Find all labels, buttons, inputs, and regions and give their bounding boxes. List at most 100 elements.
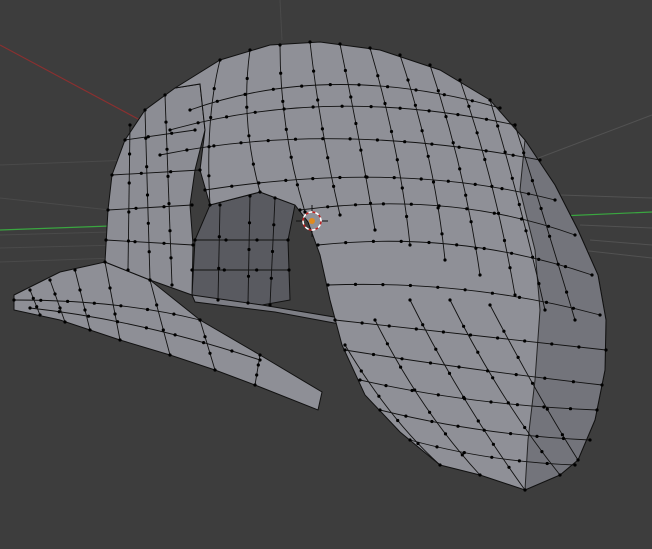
mesh-vertex (203, 335, 207, 339)
mesh-vertex (488, 98, 492, 102)
mesh-vertex (273, 196, 277, 200)
mesh-vertex (496, 124, 500, 128)
mesh-vertex (144, 326, 148, 330)
mesh-vertex (190, 268, 194, 272)
helmet-mesh[interactable] (12, 40, 608, 492)
mesh-vertex (527, 192, 531, 196)
mesh-vertex (217, 266, 221, 270)
mesh-vertex (456, 424, 460, 428)
mesh-vertex (31, 296, 35, 300)
mesh-vertex (571, 306, 576, 310)
mesh-vertex (510, 176, 514, 180)
mesh-vertex (255, 373, 259, 377)
mesh-vertex (515, 403, 520, 407)
mesh-vertex (458, 167, 462, 171)
mesh-vertex (284, 178, 288, 182)
mesh-vertex (398, 106, 402, 110)
mesh-vertex (257, 181, 261, 185)
mesh-vertex (513, 123, 517, 127)
mesh-vertex (126, 239, 130, 243)
mesh-vertex (251, 162, 255, 166)
mesh-vertex (271, 87, 275, 91)
mesh-vertex (245, 105, 249, 109)
mesh-vertex (381, 283, 385, 287)
mesh-vertex (83, 308, 87, 312)
mesh-vertex (543, 308, 547, 312)
mesh-vertex (92, 301, 96, 305)
mesh-vertex (146, 221, 150, 225)
mesh-vertex (110, 173, 114, 177)
mesh-vertex (272, 223, 276, 227)
mesh-vertex (127, 210, 131, 214)
viewport-canvas[interactable] (0, 0, 652, 549)
mesh-vertex (488, 303, 492, 307)
mesh-vertex (188, 108, 192, 112)
mesh-vertex (413, 388, 417, 392)
mesh-vertex (321, 137, 325, 141)
mesh-vertex (403, 140, 407, 144)
mesh-vertex (213, 368, 217, 372)
mesh-vertex (595, 408, 599, 412)
mesh-vertex (338, 42, 342, 46)
mesh-vertex (190, 203, 194, 207)
mesh-vertex (212, 87, 216, 91)
mesh-vertex (435, 445, 439, 449)
mesh-vertex (376, 74, 380, 78)
mesh-vertex (248, 48, 252, 52)
mesh-vertex (86, 314, 91, 318)
mesh-vertex (218, 203, 222, 207)
mesh-vertex (354, 121, 358, 126)
mesh-vertex (207, 174, 211, 178)
mesh-vertex (268, 303, 272, 307)
mesh-vertex (169, 256, 173, 260)
mesh-vertex (573, 233, 577, 237)
mesh-vertex (446, 179, 450, 183)
mesh-vertex (540, 450, 544, 454)
mesh-vertex (406, 78, 410, 82)
mesh-vertex (126, 268, 130, 272)
mesh-vertex (353, 282, 358, 286)
mesh-vertex (28, 288, 32, 292)
mesh-vertex (571, 380, 576, 384)
mesh-vertex (218, 58, 222, 62)
mesh-vertex (507, 465, 511, 469)
mesh-vertex (308, 40, 312, 44)
mesh-vertex (462, 324, 466, 328)
mesh-vertex (538, 158, 542, 162)
mesh-vertex (248, 194, 252, 198)
mesh-vertex (162, 205, 166, 209)
mesh-vertex (198, 318, 202, 322)
3d-viewport[interactable] (0, 0, 652, 549)
mesh-vertex (35, 305, 39, 309)
mesh-vertex (457, 365, 461, 369)
mesh-vertex (383, 101, 387, 106)
mesh-vertex (490, 455, 494, 459)
mesh-vertex (247, 221, 252, 225)
mesh-vertex (443, 258, 447, 262)
mesh-vertex (230, 349, 234, 353)
mesh-vertex (165, 147, 169, 151)
mesh-vertex (486, 369, 490, 373)
mesh-vertex (239, 141, 243, 145)
mesh-vertex (270, 249, 275, 254)
mesh-vertex (247, 247, 251, 252)
mesh-vertex (147, 250, 151, 254)
mesh-vertex (400, 186, 404, 190)
mesh-vertex (405, 214, 409, 219)
helmet-left-side (104, 83, 206, 296)
mesh-vertex (436, 285, 440, 289)
mesh-vertex (328, 83, 332, 87)
mesh-vertex (375, 138, 379, 142)
mesh-vertex (247, 134, 251, 138)
mesh-vertex (58, 306, 62, 310)
mesh-vertex (253, 383, 257, 387)
mesh-vertex (523, 488, 527, 492)
mesh-vertex (139, 171, 143, 175)
mesh-vertex (502, 329, 506, 333)
mesh-vertex (12, 298, 16, 302)
mesh-vertex (312, 69, 316, 73)
mesh-vertex (343, 348, 347, 352)
mesh-vertex (600, 383, 604, 387)
mesh-vertex (193, 128, 197, 132)
mesh-vertex (344, 241, 348, 245)
